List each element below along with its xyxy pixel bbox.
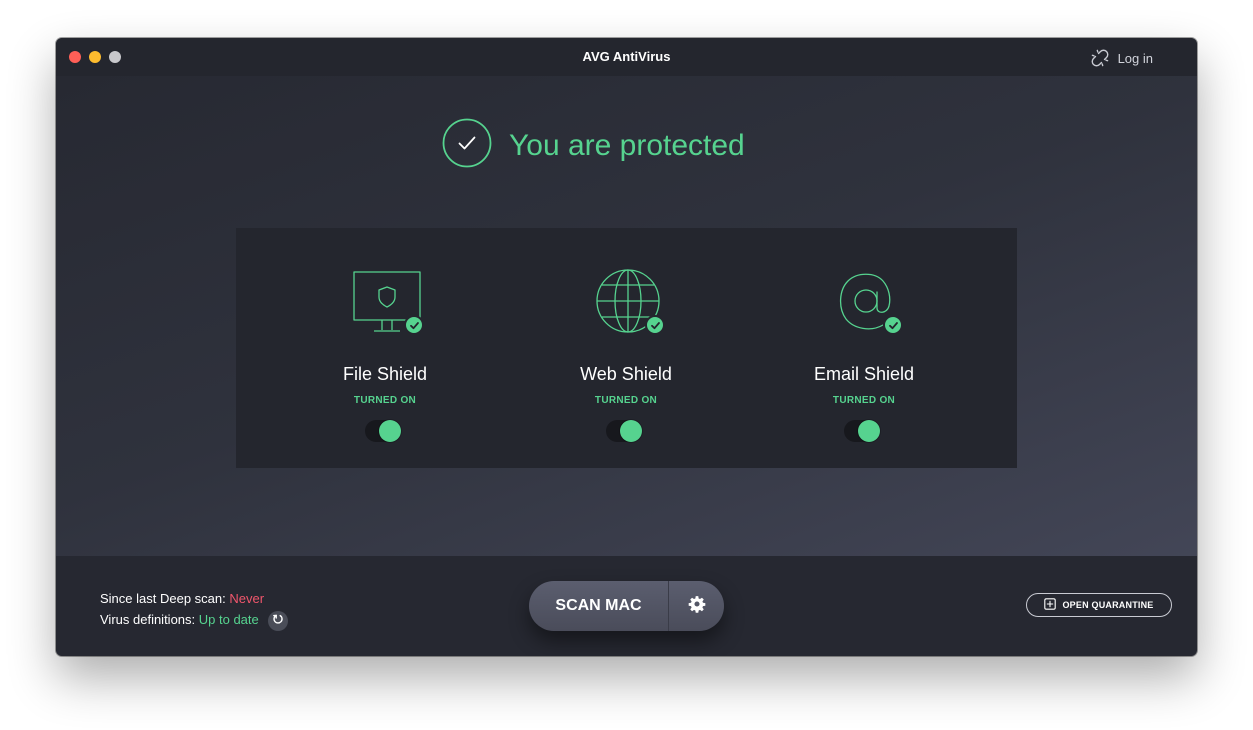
check-badge-icon [404,315,424,335]
at-sign-icon [831,268,903,338]
scan-settings-button[interactable] [669,581,724,631]
refresh-icon [272,610,284,631]
login-button[interactable]: Log in [1091,49,1153,67]
scan-control: SCAN MAC [529,581,724,631]
shield-name: Email Shield [813,364,915,384]
deep-scan-value: Never [229,591,265,606]
status-title: You are protected [509,128,745,162]
check-circle-icon [442,118,492,173]
email-shield-toggle[interactable] [844,420,880,442]
deep-scan-label: Since last Deep scan: [100,591,230,606]
login-label: Log in [1117,50,1153,66]
scan-info: Since last Deep scan: Never Virus defini… [100,588,289,631]
globe-icon [593,268,665,338]
file-shield-card: File Shield TURNED ON [295,228,475,468]
check-badge-icon [645,315,665,335]
definitions-value: Up to date [198,612,259,627]
protection-status: You are protected [442,118,745,173]
shields-panel: File Shield TURNED ON Web Shield TURNED … [236,228,1017,468]
gear-icon [688,595,706,618]
shield-name: File Shield [342,364,428,384]
open-quarantine-button[interactable]: OPEN QUARANTINE [1026,593,1172,617]
shield-state: TURNED ON [594,395,658,406]
file-shield-toggle[interactable] [365,420,401,442]
definitions-label: Virus definitions: [100,612,199,627]
scan-mac-button[interactable]: SCAN MAC [529,581,668,631]
web-shield-toggle[interactable] [606,420,642,442]
web-shield-card: Web Shield TURNED ON [536,228,716,468]
monitor-shield-icon [352,268,424,338]
toggle-knob [379,420,401,442]
definitions-line: Virus definitions: Up to date [100,609,289,631]
shield-name: Web Shield [580,364,672,384]
title-bar: AVG AntiVirus Log in [56,38,1197,76]
email-shield-card: Email Shield TURNED ON [774,228,954,468]
shield-state: TURNED ON [832,395,896,406]
check-badge-icon [883,315,903,335]
shield-state: TURNED ON [353,395,417,406]
broken-link-icon [1091,49,1109,67]
toggle-knob [858,420,880,442]
quarantine-label: OPEN QUARANTINE [1062,600,1154,610]
app-window: AVG AntiVirus Log in You are protected F… [56,38,1197,656]
window-title: AVG AntiVirus [582,49,671,64]
refresh-definitions-button[interactable] [268,610,289,631]
quarantine-icon [1044,598,1057,612]
deep-scan-line: Since last Deep scan: Never [100,588,288,609]
bottom-bar: Since last Deep scan: Never Virus defini… [56,556,1197,656]
toggle-knob [620,420,642,442]
